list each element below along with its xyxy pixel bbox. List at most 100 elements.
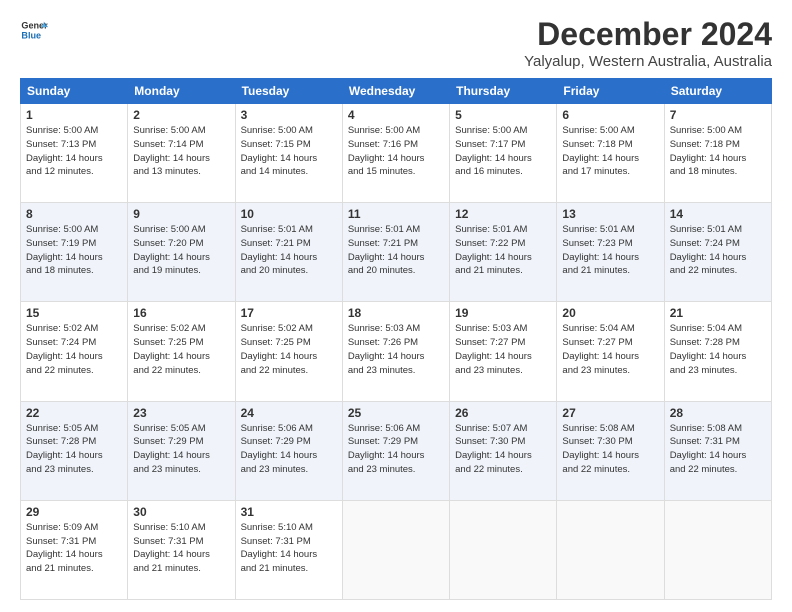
day-info: Sunrise: 5:01 AM Sunset: 7:21 PM Dayligh… (241, 223, 337, 278)
day-info: Sunrise: 5:10 AM Sunset: 7:31 PM Dayligh… (133, 521, 229, 576)
day-info: Sunrise: 5:00 AM Sunset: 7:16 PM Dayligh… (348, 124, 444, 179)
table-row: 30 Sunrise: 5:10 AM Sunset: 7:31 PM Dayli… (128, 500, 235, 599)
col-sunday: Sunday (21, 79, 128, 104)
day-number: 15 (26, 306, 122, 320)
table-row: 21Sunrise: 5:04 AM Sunset: 7:28 PM Dayli… (664, 302, 771, 401)
page: General Blue December 2024 Yalyalup, Wes… (0, 0, 792, 612)
table-row: 11 Sunrise: 5:01 AM Sunset: 7:21 PM Dayli… (342, 203, 449, 302)
day-number: 28 (670, 406, 766, 420)
day-number: 21 (670, 306, 766, 320)
table-row: 14 Sunrise: 5:01 AM Sunset: 7:24 PM Dayli… (664, 203, 771, 302)
table-row: 4 Sunrise: 5:00 AM Sunset: 7:16 PM Daylig… (342, 104, 449, 203)
table-row: 12 Sunrise: 5:01 AM Sunset: 7:22 PM Dayli… (450, 203, 557, 302)
day-number: 29 (26, 505, 122, 519)
table-row: 5 Sunrise: 5:00 AM Sunset: 7:17 PM Daylig… (450, 104, 557, 203)
day-number: 18 (348, 306, 444, 320)
col-wednesday: Wednesday (342, 79, 449, 104)
title-block: December 2024 Yalyalup, Western Australi… (524, 16, 772, 70)
day-info: Sunrise: 5:08 AM Sunset: 7:31 PM Dayligh… (670, 422, 766, 477)
calendar-table: Sunday Monday Tuesday Wednesday Thursday… (20, 78, 772, 600)
table-row: 16 Sunrise: 5:02 AM Sunset: 7:25 PM Dayli… (128, 302, 235, 401)
day-number: 22 (26, 406, 122, 420)
day-info: Sunrise: 5:00 AM Sunset: 7:17 PM Dayligh… (455, 124, 551, 179)
day-info: Sunrise: 5:01 AM Sunset: 7:23 PM Dayligh… (562, 223, 658, 278)
table-row: 15 Sunrise: 5:02 AM Sunset: 7:24 PM Dayli… (21, 302, 128, 401)
day-number: 20 (562, 306, 658, 320)
day-number: 8 (26, 207, 122, 221)
day-info: Sunrise: 5:05 AM Sunset: 7:29 PM Dayligh… (133, 422, 229, 477)
day-info: Sunrise: 5:03 AM Sunset: 7:26 PM Dayligh… (348, 322, 444, 377)
day-number: 11 (348, 207, 444, 221)
location-title: Yalyalup, Western Australia, Australia (524, 53, 772, 70)
table-row: 2Sunrise: 5:00 AM Sunset: 7:14 PM Daylig… (128, 104, 235, 203)
col-friday: Friday (557, 79, 664, 104)
table-row: 10 Sunrise: 5:01 AM Sunset: 7:21 PM Dayli… (235, 203, 342, 302)
day-number: 16 (133, 306, 229, 320)
day-number: 31 (241, 505, 337, 519)
table-row: 27 Sunrise: 5:08 AM Sunset: 7:30 PM Dayli… (557, 401, 664, 500)
table-row: 17Sunrise: 5:02 AM Sunset: 7:25 PM Dayli… (235, 302, 342, 401)
day-number: 13 (562, 207, 658, 221)
table-row: 23 Sunrise: 5:05 AM Sunset: 7:29 PM Dayli… (128, 401, 235, 500)
day-info: Sunrise: 5:04 AM Sunset: 7:27 PM Dayligh… (562, 322, 658, 377)
table-row: 9Sunrise: 5:00 AM Sunset: 7:20 PM Daylig… (128, 203, 235, 302)
day-info: Sunrise: 5:00 AM Sunset: 7:13 PM Dayligh… (26, 124, 122, 179)
day-info: Sunrise: 5:01 AM Sunset: 7:22 PM Dayligh… (455, 223, 551, 278)
day-number: 7 (670, 108, 766, 122)
day-info: Sunrise: 5:06 AM Sunset: 7:29 PM Dayligh… (348, 422, 444, 477)
col-monday: Monday (128, 79, 235, 104)
day-number: 19 (455, 306, 551, 320)
day-info: Sunrise: 5:09 AM Sunset: 7:31 PM Dayligh… (26, 521, 122, 576)
table-row: 28 Sunrise: 5:08 AM Sunset: 7:31 PM Dayli… (664, 401, 771, 500)
day-number: 9 (133, 207, 229, 221)
col-saturday: Saturday (664, 79, 771, 104)
day-info: Sunrise: 5:00 AM Sunset: 7:18 PM Dayligh… (670, 124, 766, 179)
logo: General Blue (20, 16, 48, 44)
table-row (557, 500, 664, 599)
table-row: 25Sunrise: 5:06 AM Sunset: 7:29 PM Dayli… (342, 401, 449, 500)
day-info: Sunrise: 5:00 AM Sunset: 7:14 PM Dayligh… (133, 124, 229, 179)
day-info: Sunrise: 5:02 AM Sunset: 7:24 PM Dayligh… (26, 322, 122, 377)
day-number: 26 (455, 406, 551, 420)
table-row: 7 Sunrise: 5:00 AM Sunset: 7:18 PM Daylig… (664, 104, 771, 203)
day-info: Sunrise: 5:03 AM Sunset: 7:27 PM Dayligh… (455, 322, 551, 377)
day-info: Sunrise: 5:10 AM Sunset: 7:31 PM Dayligh… (241, 521, 337, 576)
day-info: Sunrise: 5:00 AM Sunset: 7:18 PM Dayligh… (562, 124, 658, 179)
day-info: Sunrise: 5:00 AM Sunset: 7:15 PM Dayligh… (241, 124, 337, 179)
table-row: 1Sunrise: 5:00 AM Sunset: 7:13 PM Daylig… (21, 104, 128, 203)
table-row: 24Sunrise: 5:06 AM Sunset: 7:29 PM Dayli… (235, 401, 342, 500)
table-row (664, 500, 771, 599)
day-number: 5 (455, 108, 551, 122)
day-number: 14 (670, 207, 766, 221)
day-info: Sunrise: 5:08 AM Sunset: 7:30 PM Dayligh… (562, 422, 658, 477)
day-number: 6 (562, 108, 658, 122)
col-tuesday: Tuesday (235, 79, 342, 104)
day-number: 27 (562, 406, 658, 420)
day-info: Sunrise: 5:05 AM Sunset: 7:28 PM Dayligh… (26, 422, 122, 477)
day-info: Sunrise: 5:06 AM Sunset: 7:29 PM Dayligh… (241, 422, 337, 477)
table-row: 31 Sunrise: 5:10 AM Sunset: 7:31 PM Dayli… (235, 500, 342, 599)
day-number: 10 (241, 207, 337, 221)
month-title: December 2024 (524, 16, 772, 53)
table-row (342, 500, 449, 599)
day-info: Sunrise: 5:07 AM Sunset: 7:30 PM Dayligh… (455, 422, 551, 477)
table-row: 8 Sunrise: 5:00 AM Sunset: 7:19 PM Daylig… (21, 203, 128, 302)
day-number: 12 (455, 207, 551, 221)
day-info: Sunrise: 5:00 AM Sunset: 7:19 PM Dayligh… (26, 223, 122, 278)
table-row: 3Sunrise: 5:00 AM Sunset: 7:15 PM Daylig… (235, 104, 342, 203)
day-info: Sunrise: 5:01 AM Sunset: 7:21 PM Dayligh… (348, 223, 444, 278)
day-info: Sunrise: 5:02 AM Sunset: 7:25 PM Dayligh… (241, 322, 337, 377)
day-info: Sunrise: 5:01 AM Sunset: 7:24 PM Dayligh… (670, 223, 766, 278)
table-row: 26 Sunrise: 5:07 AM Sunset: 7:30 PM Dayli… (450, 401, 557, 500)
day-info: Sunrise: 5:02 AM Sunset: 7:25 PM Dayligh… (133, 322, 229, 377)
table-row: 29 Sunrise: 5:09 AM Sunset: 7:31 PM Dayli… (21, 500, 128, 599)
day-number: 30 (133, 505, 229, 519)
table-row (450, 500, 557, 599)
col-thursday: Thursday (450, 79, 557, 104)
day-number: 4 (348, 108, 444, 122)
svg-text:Blue: Blue (21, 30, 41, 40)
day-number: 23 (133, 406, 229, 420)
table-row: 20 Sunrise: 5:04 AM Sunset: 7:27 PM Dayli… (557, 302, 664, 401)
header-row: Sunday Monday Tuesday Wednesday Thursday… (21, 79, 772, 104)
table-row: 22 Sunrise: 5:05 AM Sunset: 7:28 PM Dayli… (21, 401, 128, 500)
